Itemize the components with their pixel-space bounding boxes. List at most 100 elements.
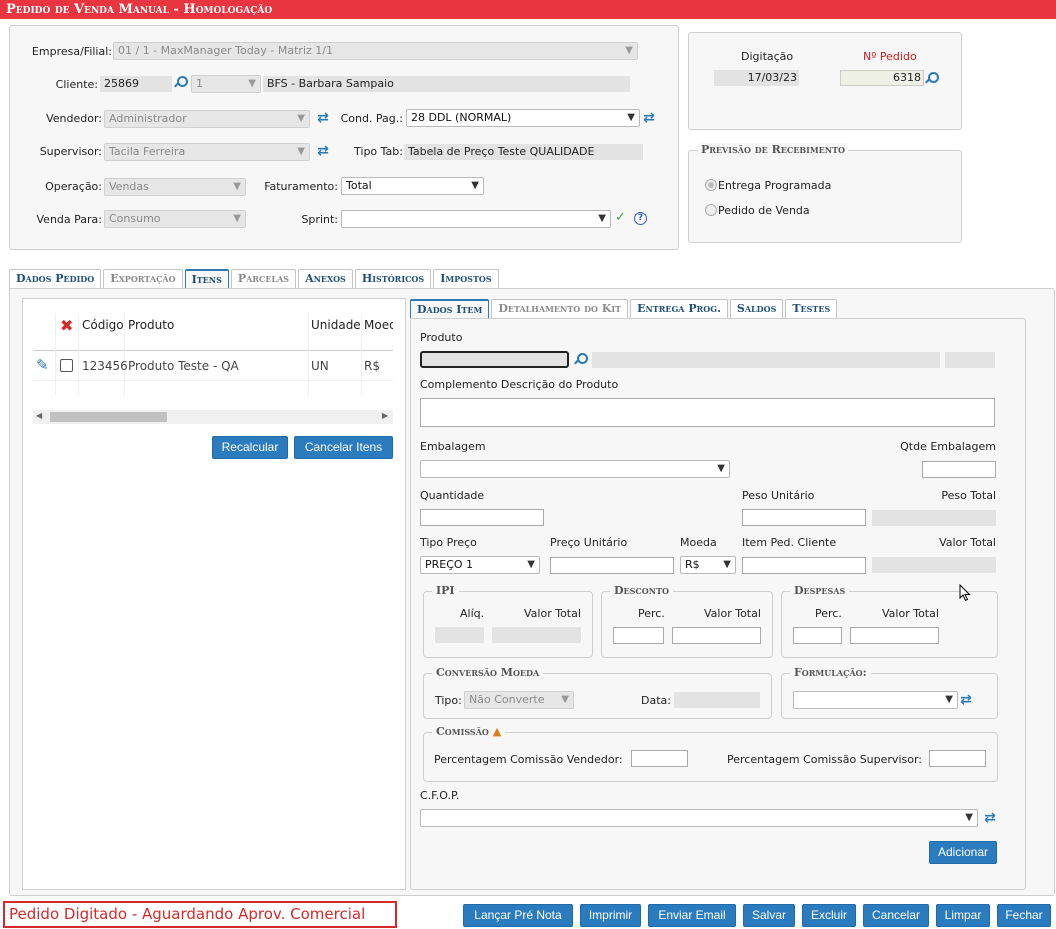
- preco-unitario-input[interactable]: [550, 557, 674, 574]
- faturamento-label: Faturamento:: [264, 180, 338, 193]
- cfop-label: C.F.O.P.: [420, 789, 460, 802]
- despesas-perc-input[interactable]: [793, 627, 842, 644]
- desconto-perc-label: Perc.: [638, 607, 665, 620]
- tab-entrega-prog[interactable]: Entrega Prog.: [630, 299, 728, 318]
- ipi-valor-total-field: [492, 627, 581, 643]
- cliente-search-icon[interactable]: [173, 75, 188, 89]
- scroll-left-icon[interactable]: ◀: [36, 411, 42, 420]
- row-produto: Produto Teste - QA: [128, 359, 239, 373]
- adicionar-button[interactable]: Adicionar: [929, 841, 997, 864]
- cliente-code-field[interactable]: 25869: [100, 76, 172, 92]
- tipo-preco-select[interactable]: PREÇO 1 ▼: [420, 556, 540, 574]
- preco-unitario-label: Preço Unitário: [550, 536, 628, 549]
- tab-historicos[interactable]: Históricos: [354, 269, 432, 288]
- cliente-label: Cliente:: [55, 78, 98, 91]
- condpag-select[interactable]: 28 DDL (NORMAL) ▼: [406, 109, 640, 127]
- valor-total-field: [872, 557, 996, 573]
- digitacao-label: Digitação: [741, 50, 794, 63]
- desconto-fieldset: Desconto: [601, 584, 773, 658]
- produto-label: Produto: [420, 331, 463, 344]
- items-list-panel: [22, 298, 406, 890]
- tab-parcelas[interactable]: Parcelas: [230, 269, 297, 288]
- vendapara-select[interactable]: Consumo ▼: [104, 210, 246, 228]
- quantidade-input[interactable]: [420, 509, 544, 526]
- fechar-button[interactable]: Fechar: [997, 904, 1051, 927]
- excluir-button[interactable]: Excluir: [802, 904, 856, 927]
- radio-pedido-venda[interactable]: [705, 204, 717, 216]
- desconto-valor-total-input[interactable]: [672, 627, 761, 644]
- scrollbar-thumb[interactable]: [50, 412, 167, 422]
- tab-dados-pedido[interactable]: Dados Pedido: [9, 269, 102, 288]
- despesas-valor-total-input[interactable]: [850, 627, 939, 644]
- tab-testes[interactable]: Testes: [785, 299, 838, 318]
- faturamento-select[interactable]: Total ▼: [341, 177, 484, 195]
- imprimir-button[interactable]: Imprimir: [580, 904, 641, 927]
- vendapara-label: Venda Para:: [36, 213, 102, 226]
- cliente-seq-select[interactable]: 1 ▼: [191, 75, 261, 93]
- row-unidade: UN: [311, 359, 329, 373]
- cfop-refresh-icon[interactable]: ⇄: [983, 810, 997, 826]
- vendedor-refresh-icon[interactable]: ⇄: [316, 110, 330, 126]
- tab-itens[interactable]: Itens: [184, 269, 229, 288]
- peso-unitario-input[interactable]: [742, 509, 866, 526]
- complemento-label: Complemento Descrição do Produto: [420, 378, 619, 391]
- formulacao-select[interactable]: ▼: [793, 691, 958, 709]
- produto-search-icon[interactable]: [573, 352, 588, 366]
- desconto-valor-total-label: Valor Total: [704, 607, 761, 620]
- condpag-label: Cond. Pag.:: [340, 112, 403, 125]
- empresa-select[interactable]: 01 / 1 - MaxManager Today - Matriz 1/1 ▼: [113, 42, 638, 60]
- desconto-perc-input[interactable]: [613, 627, 664, 644]
- conversao-data-field: [674, 692, 760, 708]
- tab-exportacao[interactable]: Exportação: [103, 269, 183, 288]
- vendedor-select[interactable]: Administrador ▼: [104, 110, 310, 128]
- mouse-cursor-icon: [959, 584, 971, 602]
- sprint-select[interactable]: ▼: [341, 210, 611, 228]
- npedido-search-icon[interactable]: [924, 71, 939, 85]
- limpar-button[interactable]: Limpar: [936, 904, 990, 927]
- tab-anexos[interactable]: Anexos: [298, 269, 353, 288]
- formulacao-refresh-icon[interactable]: ⇄: [959, 692, 973, 708]
- operacao-select[interactable]: Vendas ▼: [104, 178, 246, 196]
- item-ped-cliente-input[interactable]: [742, 557, 866, 574]
- col-moeda: Moed: [364, 318, 393, 332]
- radio-entrega-programada[interactable]: [705, 179, 717, 191]
- sprint-help-icon[interactable]: ?: [634, 212, 647, 225]
- salvar-button[interactable]: Salvar: [743, 904, 795, 927]
- edit-pencil-icon[interactable]: ✎: [36, 356, 49, 374]
- embalagem-label: Embalagem: [420, 440, 486, 453]
- qtde-embalagem-input[interactable]: [922, 461, 996, 478]
- comissao-vendedor-input[interactable]: [631, 750, 688, 767]
- row-checkbox[interactable]: [60, 359, 73, 372]
- delete-all-icon[interactable]: ✖: [60, 316, 73, 335]
- ipi-aliq-label: Alíq.: [460, 607, 485, 620]
- npedido-label: Nº Pedido: [863, 50, 917, 63]
- cancelar-itens-button[interactable]: Cancelar Itens: [294, 436, 393, 459]
- receipt-panel: [688, 150, 962, 243]
- comissao-supervisor-input[interactable]: [929, 750, 986, 767]
- recalcular-button[interactable]: Recalcular: [212, 436, 288, 459]
- tab-impostos[interactable]: Impostos: [433, 269, 499, 288]
- sprint-check-icon[interactable]: ✓: [615, 210, 626, 225]
- cliente-name-field: BFS - Barbara Sampaio: [263, 76, 630, 92]
- tab-dados-item[interactable]: Dados Item: [410, 299, 490, 318]
- supervisor-select[interactable]: Tacila Ferreira ▼: [104, 143, 310, 161]
- peso-total-field: [872, 510, 996, 526]
- conversao-tipo-select[interactable]: Não Converte ▼: [464, 691, 574, 709]
- moeda-label: Moeda: [680, 536, 717, 549]
- cancelar-button[interactable]: Cancelar: [863, 904, 929, 927]
- complemento-textarea[interactable]: [420, 398, 995, 427]
- npedido-field[interactable]: 6318: [840, 70, 924, 86]
- cfop-select[interactable]: ▼: [420, 809, 978, 827]
- enviar-email-button[interactable]: Enviar Email: [648, 904, 736, 927]
- produto-unit-field: [945, 352, 995, 368]
- tab-saldos[interactable]: Saldos: [729, 299, 784, 318]
- col-unidade: Unidade: [311, 318, 361, 332]
- embalagem-select[interactable]: ▼: [420, 460, 730, 478]
- moeda-select[interactable]: R$ ▼: [680, 556, 736, 574]
- lancar-pre-nota-button[interactable]: Lançar Pré Nota: [463, 904, 573, 927]
- produto-code-input[interactable]: [420, 351, 569, 368]
- tab-detalhamento-kit[interactable]: Detalhamento do Kit: [491, 299, 629, 318]
- scroll-right-icon[interactable]: ▶: [382, 411, 388, 420]
- condpag-refresh-icon[interactable]: ⇄: [642, 110, 656, 126]
- supervisor-refresh-icon[interactable]: ⇄: [316, 143, 330, 159]
